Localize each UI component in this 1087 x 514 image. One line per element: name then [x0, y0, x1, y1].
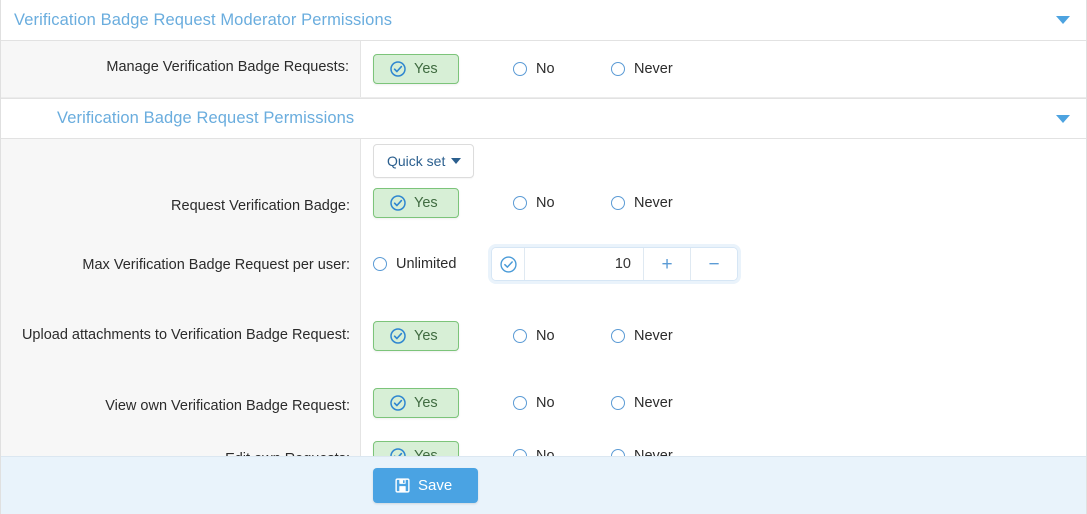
option-unlimited-label: Unlimited — [396, 257, 456, 272]
radio-circle-icon — [513, 329, 527, 343]
row-max-requests-per-user: Max Verification Badge Request per user:… — [1, 245, 1086, 316]
option-no-label: No — [536, 62, 555, 77]
option-never[interactable]: Never — [611, 323, 673, 350]
row-manage-verification-badge-requests: Manage Verification Badge Requests: Yes — [1, 41, 1086, 98]
option-no-label: No — [536, 329, 555, 344]
save-button-label: Save — [418, 477, 452, 494]
radio-circle-icon — [373, 257, 387, 271]
check-circle-icon — [390, 195, 406, 211]
stepper-increment-button[interactable]: + — [643, 248, 690, 280]
row-label: Manage Verification Badge Requests: — [1, 41, 361, 97]
option-no-label: No — [536, 396, 555, 411]
row-label: Request Verification Badge: — [1, 188, 361, 216]
caret-down-icon[interactable] — [1056, 16, 1070, 24]
section-title: Verification Badge Request Moderator Per… — [1, 11, 392, 30]
option-never-label: Never — [634, 396, 673, 411]
row-request-verification-badge: Request Verification Badge: Yes — [1, 188, 1086, 245]
row-label: View own Verification Badge Request: — [1, 388, 361, 416]
option-group-manage-requests: Yes No Never — [373, 54, 673, 84]
max-requests-input[interactable] — [525, 248, 643, 280]
section2-rows: Quick set Request Verification Badge: — [1, 133, 1086, 456]
section-title: Verification Badge Request Permissions — [1, 109, 354, 128]
option-group-upload-attachments: Yes No Never — [373, 321, 673, 351]
row-upload-attachments: Upload attachments to Verification Badge… — [1, 316, 1086, 388]
option-yes[interactable]: Yes — [373, 388, 459, 418]
row-label: Max Verification Badge Request per user: — [1, 245, 361, 275]
panel-footer: Save — [1, 456, 1086, 514]
option-group-view-own: Yes No Never — [373, 388, 673, 418]
caret-down-icon[interactable] — [1056, 115, 1070, 123]
option-yes[interactable]: Yes — [373, 54, 459, 84]
floppy-disk-icon — [395, 478, 410, 493]
option-never-label: Never — [634, 62, 673, 77]
row-label-text: View own Verification Badge Request: — [105, 398, 350, 414]
check-circle-icon — [390, 61, 406, 77]
option-never[interactable]: Never — [611, 190, 673, 217]
quick-set-button[interactable]: Quick set — [373, 144, 474, 178]
option-yes[interactable]: Yes — [373, 321, 459, 351]
option-yes-label: Yes — [414, 396, 438, 411]
option-no[interactable]: No — [513, 390, 555, 417]
row-label-text: Request Verification Badge: — [171, 198, 350, 214]
option-no-label: No — [536, 196, 555, 211]
option-no[interactable]: No — [513, 323, 555, 350]
option-no[interactable]: No — [513, 56, 555, 83]
option-never-label: Never — [634, 329, 673, 344]
option-group-max-requests: Unlimited + − — [373, 247, 738, 281]
radio-circle-icon — [611, 396, 625, 410]
radio-circle-icon — [513, 62, 527, 76]
row-quick-set: Quick set — [1, 133, 1086, 188]
radio-circle-icon — [513, 196, 527, 210]
stepper-select-check-icon[interactable] — [492, 248, 525, 280]
check-circle-icon — [390, 395, 406, 411]
permissions-panel: Verification Badge Request Moderator Per… — [0, 0, 1087, 514]
caret-down-icon — [451, 158, 461, 164]
option-never[interactable]: Never — [611, 390, 673, 417]
option-yes[interactable]: Yes — [373, 188, 459, 218]
option-group-request-badge: Yes No Never — [373, 188, 673, 218]
radio-circle-icon — [611, 196, 625, 210]
option-never-label: Never — [634, 196, 673, 211]
option-yes-label: Yes — [414, 196, 438, 211]
row-value: Yes No Never — [361, 188, 1086, 218]
check-circle-icon — [390, 328, 406, 344]
row-value: Yes No Never — [361, 316, 1086, 351]
quick-set-label: Quick set — [387, 153, 445, 169]
option-yes-label: Yes — [414, 329, 438, 344]
option-no[interactable]: No — [513, 190, 555, 217]
row-value: Yes No Never — [361, 41, 1086, 97]
row-label-text: Manage Verification Badge Requests: — [106, 57, 349, 77]
option-yes-label: Yes — [414, 62, 438, 77]
option-never[interactable]: Never — [611, 56, 673, 83]
row-label-text: Upload attachments to Verification Badge… — [22, 327, 350, 343]
row-label: Upload attachments to Verification Badge… — [1, 316, 361, 345]
option-unlimited[interactable]: Unlimited — [373, 251, 456, 278]
section-header-moderator-permissions[interactable]: Verification Badge Request Moderator Per… — [1, 0, 1086, 41]
row-value: Yes No Never — [361, 388, 1086, 418]
radio-circle-icon — [611, 62, 625, 76]
max-requests-stepper[interactable]: + − — [491, 247, 738, 281]
row-view-own-request: View own Verification Badge Request: — [1, 388, 1086, 441]
stepper-decrement-button[interactable]: − — [690, 248, 737, 280]
save-button[interactable]: Save — [373, 468, 478, 503]
radio-circle-icon — [513, 396, 527, 410]
row-label-text: Max Verification Badge Request per user: — [82, 257, 350, 273]
row-value: Quick set — [361, 133, 1086, 188]
radio-circle-icon — [611, 329, 625, 343]
row-value: Unlimited + − — [361, 245, 1086, 281]
